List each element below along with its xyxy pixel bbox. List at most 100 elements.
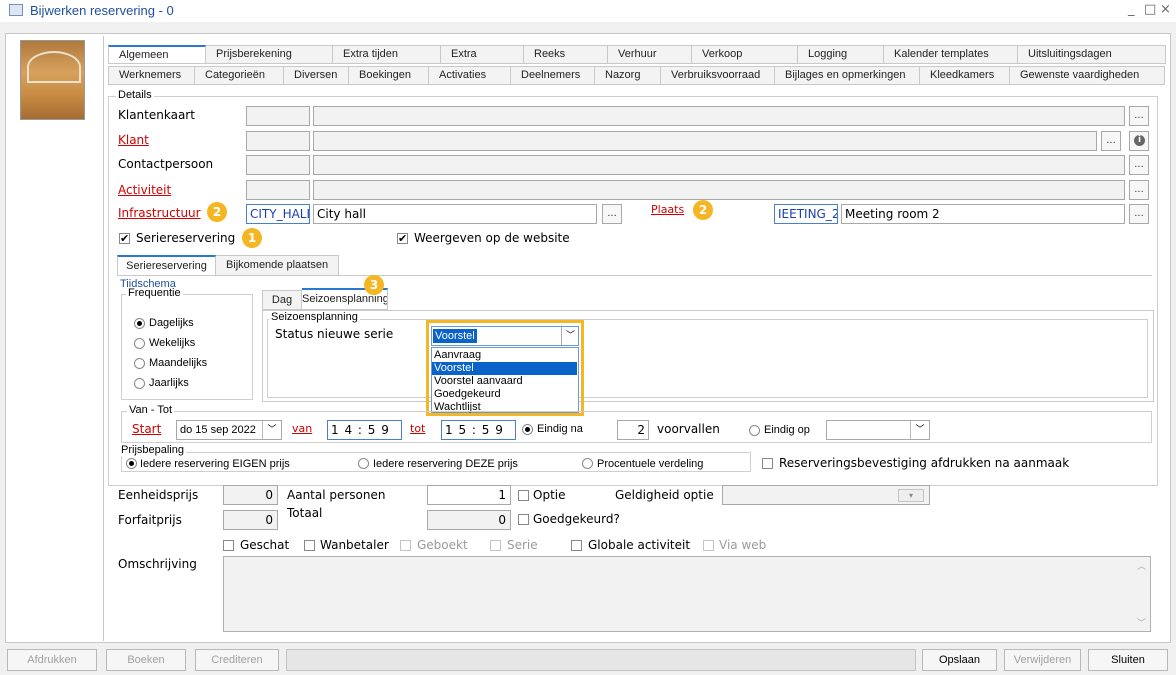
- status-nieuwe-serie-label: Status nieuwe serie: [275, 327, 394, 341]
- status-select[interactable]: Voorstel ﹀: [431, 326, 579, 346]
- tot-link[interactable]: tot: [410, 422, 425, 435]
- tab-kleedkamers[interactable]: Kleedkamers: [920, 66, 1010, 85]
- tab-boekingen[interactable]: Boekingen: [349, 66, 429, 85]
- tab-verhuur[interactable]: Verhuur: [608, 45, 692, 64]
- tab-extra-tijden[interactable]: Extra tijden: [333, 45, 441, 64]
- activiteit-code-field[interactable]: [246, 180, 310, 200]
- infrastructuur-link[interactable]: Infrastructuur: [118, 206, 201, 220]
- close-icon[interactable]: ×: [1160, 2, 1171, 17]
- status-option-aanvraag[interactable]: Aanvraag: [432, 349, 577, 362]
- klantenkaart-name-field[interactable]: [313, 106, 1125, 126]
- afdrukken-button[interactable]: Afdrukken: [7, 649, 97, 671]
- start-date-chevron-icon[interactable]: ﹀: [262, 421, 281, 439]
- seriereservering-checkbox[interactable]: ✔: [119, 233, 130, 244]
- infrastructuur-name-field[interactable]: City hall: [313, 204, 597, 224]
- tab-row-2: Werknemers Categorieën Diversen Boekinge…: [108, 66, 1165, 85]
- klantenkaart-browse-button[interactable]: ...: [1129, 106, 1149, 126]
- tot-time-field[interactable]: 1 5 : 5 9: [441, 420, 516, 440]
- seriereservering-label: Seriereservering: [136, 231, 236, 245]
- tab-dag[interactable]: Dag: [262, 290, 302, 310]
- activiteit-name-field[interactable]: [313, 180, 1125, 200]
- tab-prijsberekening[interactable]: Prijsberekening: [206, 45, 333, 64]
- verwijderen-button[interactable]: Verwijderen: [1004, 649, 1081, 671]
- klant-name-field[interactable]: [313, 131, 1097, 151]
- klant-code-field[interactable]: [246, 131, 310, 151]
- geschat-checkbox[interactable]: [223, 540, 234, 551]
- tab-reeks[interactable]: Reeks: [524, 45, 608, 64]
- van-link[interactable]: van: [292, 422, 312, 435]
- status-option-goedgekeurd[interactable]: Goedgekeurd: [432, 388, 577, 401]
- status-option-voorstel[interactable]: Voorstel: [432, 362, 577, 375]
- maximize-icon[interactable]: □: [1144, 2, 1156, 17]
- contactpersoon-name-field[interactable]: [313, 155, 1125, 175]
- maandelijks-radio[interactable]: [134, 358, 145, 369]
- plaats-name-field[interactable]: Meeting room 2: [841, 204, 1125, 224]
- tab-gewenste-vaardigheden[interactable]: Gewenste vaardigheden: [1010, 66, 1165, 85]
- aantal-personen-field[interactable]: 1: [427, 485, 511, 505]
- deze-prijs-radio[interactable]: [358, 458, 369, 469]
- van-time-field[interactable]: 1 4 : 5 9: [327, 420, 402, 440]
- klantenkaart-label: Klantenkaart: [118, 108, 195, 122]
- tab-verkoop[interactable]: Verkoop: [692, 45, 798, 64]
- info-icon[interactable]: [1129, 131, 1149, 151]
- voorvallen-field[interactable]: 2: [617, 420, 649, 440]
- wanbetaler-label: Wanbetaler: [320, 538, 389, 552]
- activiteit-browse-button[interactable]: ...: [1129, 180, 1149, 200]
- scroll-down-icon[interactable]: ﹀: [1137, 616, 1146, 629]
- tab-kalender-templates[interactable]: Kalender templates: [884, 45, 1018, 64]
- tab-algemeen[interactable]: Algemeen: [108, 45, 206, 64]
- afdrukken-na-aanmaak-checkbox[interactable]: [762, 458, 773, 469]
- infrastructuur-code-field[interactable]: CITY_HALL: [246, 204, 310, 224]
- tab-categorieen[interactable]: Categorieën: [195, 66, 284, 85]
- tab-seriereservering[interactable]: Seriereservering: [117, 255, 216, 276]
- tab-activaties[interactable]: Activaties: [429, 66, 511, 85]
- activiteit-link[interactable]: Activiteit: [118, 183, 171, 197]
- globale-activiteit-checkbox[interactable]: [571, 540, 582, 551]
- status-option-voorstel-aanvaard[interactable]: Voorstel aanvaard: [432, 375, 577, 388]
- klantenkaart-code-field[interactable]: [246, 106, 310, 126]
- tab-bijkomende-plaatsen[interactable]: Bijkomende plaatsen: [216, 255, 339, 276]
- start-link[interactable]: Start: [132, 422, 161, 436]
- tab-uitsluitingsdagen[interactable]: Uitsluitingsdagen: [1018, 45, 1166, 64]
- tab-verbruiksvoorraad[interactable]: Verbruiksvoorraad: [661, 66, 775, 85]
- plaats-code-field[interactable]: IEETING_2: [774, 204, 838, 224]
- goedgekeurd-checkbox[interactable]: [518, 514, 529, 525]
- plaats-browse-button[interactable]: ...: [1129, 204, 1149, 224]
- tab-diversen[interactable]: Diversen: [284, 66, 349, 85]
- eindig-na-radio[interactable]: [522, 424, 533, 435]
- wekelijks-radio[interactable]: [134, 338, 145, 349]
- tab-bijlages-en-opmerkingen[interactable]: Bijlages en opmerkingen: [775, 66, 920, 85]
- eindig-op-chevron-icon[interactable]: ﹀: [910, 421, 929, 439]
- scroll-up-icon[interactable]: ︿: [1137, 559, 1146, 572]
- eigen-prijs-radio[interactable]: [126, 458, 137, 469]
- optie-label: Optie: [533, 488, 566, 502]
- klant-browse-button[interactable]: ...: [1101, 131, 1121, 151]
- contactpersoon-code-field[interactable]: [246, 155, 310, 175]
- website-checkbox[interactable]: ✔: [397, 233, 408, 244]
- forfaitprijs-field[interactable]: 0: [223, 510, 278, 530]
- tab-deelnemers[interactable]: Deelnemers: [511, 66, 595, 85]
- plaats-link[interactable]: Plaats: [651, 203, 684, 216]
- minimize-icon[interactable]: _: [1128, 2, 1135, 17]
- procentuele-radio[interactable]: [582, 458, 593, 469]
- tab-extra[interactable]: Extra: [441, 45, 524, 64]
- omschrijving-textarea[interactable]: ︿ ﹀: [223, 556, 1151, 632]
- tab-nazorg[interactable]: Nazorg: [595, 66, 661, 85]
- tab-werknemers[interactable]: Werknemers: [108, 66, 195, 85]
- tab-logging[interactable]: Logging: [798, 45, 884, 64]
- dagelijks-radio[interactable]: [134, 318, 145, 329]
- sluiten-button[interactable]: Sluiten: [1088, 649, 1168, 671]
- contactpersoon-browse-button[interactable]: ...: [1129, 155, 1149, 175]
- crediteren-button[interactable]: Crediteren: [195, 649, 279, 671]
- opslaan-button[interactable]: Opslaan: [922, 649, 997, 671]
- infrastructuur-browse-button[interactable]: ...: [602, 204, 622, 224]
- calendar-icon[interactable]: ▾: [898, 489, 924, 502]
- eenheidsprijs-field[interactable]: 0: [223, 485, 278, 505]
- wanbetaler-checkbox[interactable]: [304, 540, 315, 551]
- jaarlijks-radio[interactable]: [134, 378, 145, 389]
- chevron-down-icon[interactable]: ﹀: [561, 327, 579, 345]
- optie-checkbox[interactable]: [518, 490, 529, 501]
- eindig-op-radio[interactable]: [749, 425, 760, 436]
- boeken-button[interactable]: Boeken: [106, 649, 186, 671]
- klant-link[interactable]: Klant: [118, 133, 149, 147]
